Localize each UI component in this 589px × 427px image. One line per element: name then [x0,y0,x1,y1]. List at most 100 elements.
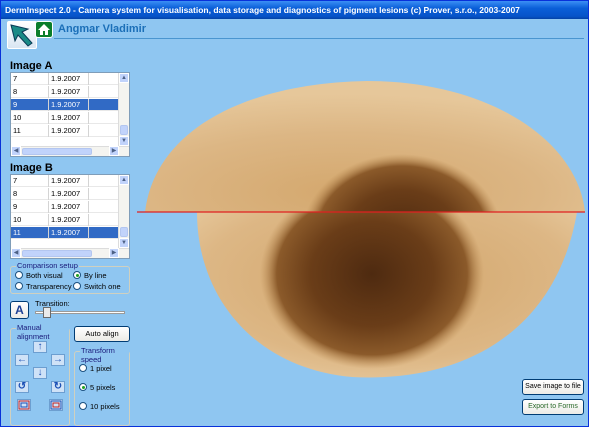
lesion-comparison-view[interactable] [137,69,585,384]
list-item-extra [91,188,119,200]
scroll-up-arrow-icon[interactable]: ▲ [119,175,129,185]
zoom-in-button[interactable] [17,399,31,411]
list-item[interactable]: 7 1.9.2007 [11,175,119,187]
arrow-left-icon: ← [17,354,27,365]
list-item-number: 11 [13,227,49,239]
transition-label: Transition: [35,299,70,308]
list-item-number: 9 [13,99,49,111]
scroll-right-arrow-icon[interactable]: ▶ [109,146,119,156]
list-item-date: 1.9.2007 [51,73,89,85]
scroll-thumb[interactable] [22,148,92,155]
list-item-number: 11 [13,125,49,137]
image-a-toggle-button[interactable]: A [10,301,29,319]
save-image-button[interactable]: Save image to file [522,379,584,395]
horizontal-scrollbar[interactable]: ◀ ▶ [11,248,129,258]
transform-speed-label: Transform speed [80,346,129,364]
list-item[interactable]: 10 1.9.2007 [11,112,119,124]
radio-indicator [73,282,81,290]
rotate-right-button[interactable]: ↻ [51,381,65,393]
comparison-setup-label: Comparison setup [16,261,79,270]
list-item[interactable]: 9 1.9.2007 [11,201,119,213]
transition-slider-thumb[interactable] [43,307,51,318]
list-item-number: 10 [13,214,49,226]
back-arrow-icon [10,24,33,47]
zoom-out-button[interactable] [49,399,63,411]
image-b-title: Image B [10,162,53,174]
list-item-extra [91,99,119,111]
radio-transparency[interactable]: Transparency [15,282,72,291]
horizontal-scrollbar[interactable]: ◀ ▶ [11,146,129,156]
image-b-list[interactable]: 7 1.9.2007 8 1.9.2007 9 1.9.2007 10 1.9.… [10,174,130,259]
radio-indicator [79,402,87,410]
radio-both-visual[interactable]: Both visual [15,271,63,280]
list-item[interactable]: 10 1.9.2007 [11,214,119,226]
rotate-left-icon: ↺ [17,381,27,392]
list-item-number: 10 [13,112,49,124]
header-divider [54,38,584,39]
radio-10-pixels[interactable]: 10 pixels [79,402,120,411]
rotate-left-button[interactable]: ↺ [15,381,29,393]
radio-indicator [79,364,87,372]
patient-name: Angmar Vladimir [58,23,147,35]
radio-by-line[interactable]: By line [73,271,107,280]
list-item-date: 1.9.2007 [51,112,89,124]
list-item-extra [91,175,119,187]
radio-indicator [79,383,87,391]
radio-label: Switch one [84,282,121,291]
list-item[interactable]: 7 1.9.2007 [11,73,119,85]
scroll-left-arrow-icon[interactable]: ◀ [11,248,21,258]
move-right-button[interactable]: → [51,354,65,366]
list-item-date: 1.9.2007 [51,175,89,187]
scroll-left-arrow-icon[interactable]: ◀ [11,146,21,156]
scroll-down-arrow-icon[interactable]: ▼ [119,136,129,146]
list-item-extra [91,112,119,124]
list-item-number: 7 [13,175,49,187]
rotate-right-icon: ↻ [53,381,63,392]
list-item-number: 8 [13,188,49,200]
move-down-button[interactable]: ↓ [33,367,47,379]
arrow-up-icon: ↑ [37,341,43,352]
move-up-button[interactable]: ↑ [33,341,47,353]
radio-1-pixel[interactable]: 1 pixel [79,364,112,373]
radio-indicator [15,271,23,279]
radio-label: Both visual [26,271,63,280]
list-item[interactable]: 8 1.9.2007 [11,86,119,98]
list-item-extra [91,214,119,226]
scroll-thumb[interactable] [22,250,92,257]
radio-5-pixels[interactable]: 5 pixels [79,383,115,392]
list-item-date: 1.9.2007 [51,86,89,98]
list-item[interactable]: 8 1.9.2007 [11,188,119,200]
image-a-list[interactable]: 7 1.9.2007 8 1.9.2007 9 1.9.2007 10 1.9.… [10,72,130,157]
move-left-button[interactable]: ← [15,354,29,366]
export-to-forms-button[interactable]: Export to Forms [522,399,584,415]
comparison-setup-group: Comparison setup Both visual By line Tra… [10,261,130,294]
scroll-right-arrow-icon[interactable]: ▶ [109,248,119,258]
list-item-date: 1.9.2007 [51,125,89,137]
list-item-selected[interactable]: 9 1.9.2007 [11,99,119,111]
scroll-up-arrow-icon[interactable]: ▲ [119,73,129,83]
scroll-down-arrow-icon[interactable]: ▼ [119,238,129,248]
window-title: DermInspect 2.0 - Camera system for visu… [1,1,588,19]
radio-switch-one[interactable]: Switch one [73,282,121,291]
list-item-date: 1.9.2007 [51,99,89,111]
vertical-scrollbar[interactable]: ▲ ▼ [118,73,129,147]
auto-align-button[interactable]: Auto align [74,326,130,342]
radio-label: By line [84,271,107,280]
home-button[interactable] [35,21,53,38]
zoom-in-icon [18,400,30,410]
arrow-right-icon: → [53,354,63,365]
radio-label: Transparency [26,282,72,291]
list-item-date: 1.9.2007 [51,201,89,213]
scroll-thumb[interactable] [120,227,128,237]
back-button[interactable] [7,21,37,49]
list-item-selected[interactable]: 11 1.9.2007 [11,227,119,239]
list-item-extra [91,227,119,239]
list-item[interactable]: 11 1.9.2007 [11,125,119,137]
manual-alignment-group: Manual alignment ↑ ← → ↓ ↺ ↻ [10,323,70,426]
list-item-number: 7 [13,73,49,85]
list-item-extra [91,73,119,85]
scroll-thumb[interactable] [120,125,128,135]
vertical-scrollbar[interactable]: ▲ ▼ [118,175,129,249]
radio-indicator [73,271,81,279]
app-window: DermInspect 2.0 - Camera system for visu… [0,0,589,427]
